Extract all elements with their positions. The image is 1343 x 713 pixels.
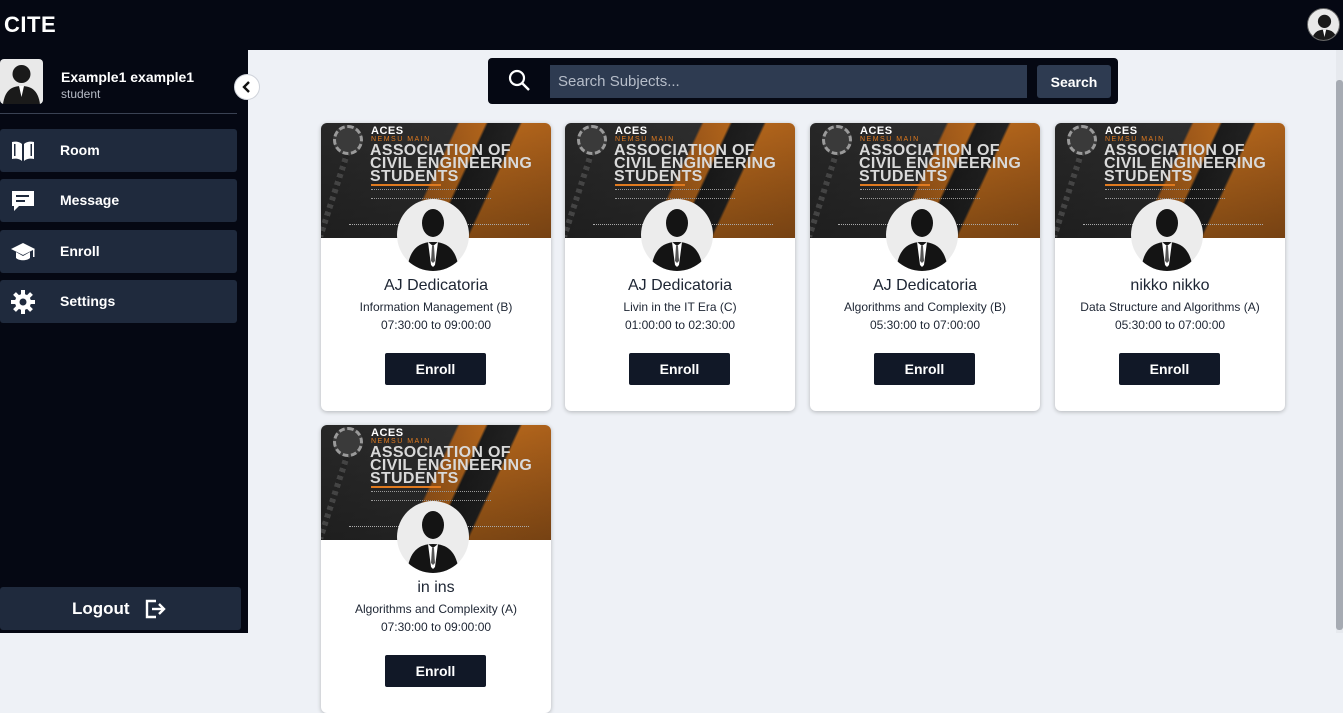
sidebar-item-room[interactable]: Room [0,129,237,172]
enroll-button[interactable]: Enroll [874,353,975,385]
scrollbar-thumb[interactable] [1336,80,1343,630]
enroll-button[interactable]: Enroll [385,655,486,687]
scrollbar[interactable] [1336,50,1343,633]
subject-card: ACES NEMSU MAIN ASSOCIATION OF CIVIL ENGIN… [810,123,1040,411]
avatar [886,199,958,271]
top-bar: CITE [0,0,1343,50]
instructor-name: AJ Dedicatoria [872,277,978,294]
org-logo-icon [333,125,363,155]
subject-card: ACES NEMSU MAIN ASSOCIATION OF CIVIL ENGIN… [565,123,795,411]
schedule-time: 07:30:00 to 09:00:00 [380,620,492,634]
user-role: student [61,87,101,101]
chevron-left-icon [242,81,250,93]
search-bar: Search [488,58,1118,104]
org-logo-icon [822,125,852,155]
person-silhouette-icon [1141,209,1193,271]
banner-title: ASSOCIATION OF CIVIL ENGINEERING STUDENT… [370,142,533,185]
sidebar: Example1 example1 student Room Message E… [0,50,248,633]
avatar [397,501,469,573]
avatar [641,199,713,271]
instructor-name: AJ Dedicatoria [383,277,489,294]
sidebar-item-label: Enroll [60,243,100,259]
banner-title: ASSOCIATION OF CIVIL ENGINEERING STUDENT… [859,142,1022,185]
subject-card: ACES NEMSU MAIN ASSOCIATION OF CIVIL ENGIN… [321,123,551,411]
message-icon [12,191,34,211]
schedule-time: 05:30:00 to 07:00:00 [869,318,981,332]
account-avatar[interactable] [1307,8,1340,41]
org-logo-icon [333,427,363,457]
instructor-name: AJ Dedicatoria [627,277,733,294]
org-logo-icon [1067,125,1097,155]
subject-card: ACES NEMSU MAIN ASSOCIATION OF CIVIL ENGIN… [1055,123,1285,411]
person-silhouette-icon [651,209,703,271]
search-input[interactable] [550,65,1027,98]
collapse-sidebar-button[interactable] [234,74,260,100]
person-silhouette-icon [1311,14,1338,40]
sidebar-item-message[interactable]: Message [0,179,237,222]
avatar [0,59,43,104]
gear-icon [11,290,35,314]
person-silhouette-icon [407,511,459,573]
sidebar-item-label: Settings [60,293,116,309]
subject-title: Data Structure and Algorithms (A) [1080,300,1260,314]
instructor-name: nikko nikko [1130,277,1210,294]
org-logo-icon [577,125,607,155]
banner-title: ASSOCIATION OF CIVIL ENGINEERING STUDENT… [1104,142,1267,185]
enroll-button[interactable]: Enroll [629,353,730,385]
sidebar-item-settings[interactable]: Settings [0,280,237,323]
user-profile: Example1 example1 student [0,59,237,114]
schedule-time: 07:30:00 to 09:00:00 [380,318,492,332]
search-button[interactable]: Search [1037,65,1111,98]
schedule-time: 01:00:00 to 02:30:00 [624,318,736,332]
graduation-cap-icon [11,243,35,261]
person-silhouette-icon [3,65,40,104]
logout-label: Logout [72,599,130,618]
sidebar-item-label: Message [60,192,120,208]
subject-title: Algorithms and Complexity (A) [354,602,518,616]
book-icon [12,141,34,161]
person-silhouette-icon [407,209,459,271]
subject-title: Livin in the IT Era (C) [623,300,737,314]
sidebar-item-label: Room [60,142,100,158]
banner-title: ASSOCIATION OF CIVIL ENGINEERING STUDENT… [614,142,777,185]
enroll-button[interactable]: Enroll [1119,353,1220,385]
user-name: Example1 example1 [61,69,195,85]
app-title: CITE [4,12,57,37]
search-icon [508,69,530,91]
sidebar-item-enroll[interactable]: Enroll [0,230,237,273]
avatar [1131,199,1203,271]
logout-icon [145,599,166,619]
subject-card: ACES NEMSU MAIN ASSOCIATION OF CIVIL ENGIN… [321,425,551,713]
logout-button[interactable]: Logout [0,587,241,630]
avatar [397,199,469,271]
enroll-button[interactable]: Enroll [385,353,486,385]
schedule-time: 05:30:00 to 07:00:00 [1114,318,1226,332]
person-silhouette-icon [896,209,948,271]
subject-title: Information Management (B) [359,300,513,314]
instructor-name: in ins [417,579,455,596]
banner-title: ASSOCIATION OF CIVIL ENGINEERING STUDENT… [370,444,533,487]
subject-title: Algorithms and Complexity (B) [843,300,1007,314]
